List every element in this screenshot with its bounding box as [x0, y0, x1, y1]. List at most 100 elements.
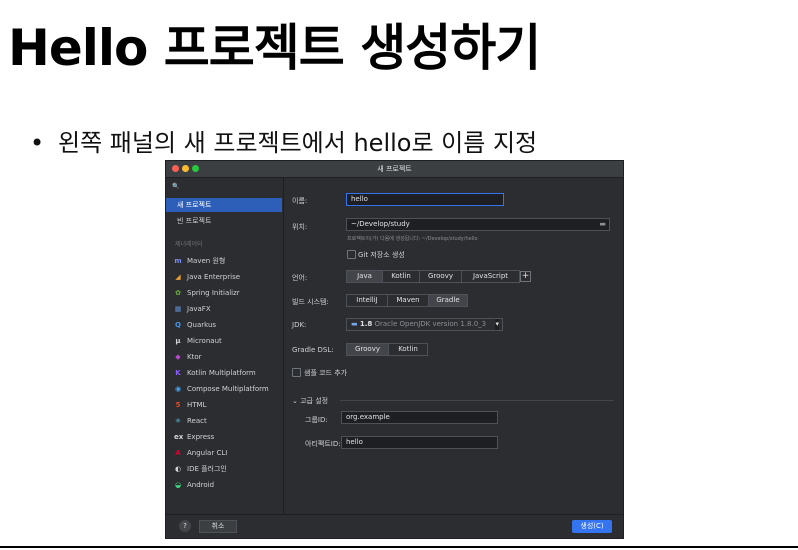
slide-bullet: • 왼쪽 패널의 새 프로젝트에서 hello로 이름 지정	[30, 123, 537, 158]
advanced-settings-label: 고급 설정	[300, 397, 329, 405]
sidebar-item-generator[interactable]: A Angular CLI	[166, 446, 282, 460]
sidebar-item-label: JavaFX	[187, 305, 211, 313]
sample-code-label: 샘플 코드 추가	[304, 369, 348, 377]
sidebar-item-generator[interactable]: ▦ JavaFX	[166, 302, 282, 316]
language-option-groovy[interactable]: Groovy	[420, 271, 462, 282]
dsl-option-kotlin[interactable]: Kotlin	[389, 344, 427, 355]
add-language-button[interactable]: +	[520, 271, 531, 282]
sidebar-item-label: HTML	[187, 401, 207, 409]
sidebar-item-label: 빈 프로젝트	[177, 217, 212, 225]
sidebar-item-label: Quarkus	[187, 321, 217, 329]
sidebar: 🔍 새 프로젝트 빈 프로젝트 제너레이터 m Maven 원형 ◢ Java Ent…	[166, 178, 284, 538]
sidebar-item-generator[interactable]: ex Express	[166, 430, 282, 444]
group-id-field[interactable]: org.example	[341, 411, 498, 424]
sidebar-item-label: Maven 원형	[187, 257, 226, 265]
git-checkbox[interactable]	[347, 250, 356, 259]
sidebar-item-generator[interactable]: ✿ Spring Initializr	[166, 286, 282, 300]
sidebar-item-empty-project[interactable]: 빈 프로젝트	[166, 214, 282, 228]
sidebar-item-label: Ktor	[187, 353, 202, 361]
sidebar-item-generator[interactable]: K Kotlin Multiplatform	[166, 366, 282, 380]
language-option-java[interactable]: Java	[347, 271, 383, 282]
jdk-folder-icon: ▬	[351, 320, 358, 328]
jdk-name: Oracle OpenJDK version 1.8.0_3	[374, 320, 487, 328]
generator-icon: ◆	[175, 353, 181, 361]
generator-icon: ◐	[174, 465, 182, 473]
sidebar-section-generators: 제너레이터	[175, 241, 203, 248]
build-system-label: 빌드 시스템:	[292, 298, 329, 306]
sidebar-item-label: Micronaut	[187, 337, 222, 345]
generator-icon: Q	[175, 321, 181, 329]
sidebar-item-label: Kotlin Multiplatform	[187, 369, 256, 377]
sidebar-item-generator[interactable]: 5 HTML	[166, 398, 282, 412]
generator-icon: ✿	[175, 289, 181, 297]
sidebar-item-label: Java Enterprise	[187, 273, 241, 281]
sidebar-item-generator[interactable]: ⚛ React	[166, 414, 282, 428]
sidebar-item-generator[interactable]: m Maven 원형	[166, 254, 282, 268]
language-option-javascript[interactable]: JavaScript	[462, 271, 519, 282]
project-form: 이름: hello 위치: ~/Develop/study ▬ 프로젝트이(가)…	[284, 178, 623, 538]
name-field[interactable]: hello	[346, 193, 504, 206]
jdk-version: 1.8	[359, 320, 373, 328]
help-button[interactable]: ?	[179, 520, 191, 532]
window-title: 새 프로젝트	[377, 165, 412, 173]
sidebar-item-label: Android	[187, 481, 215, 489]
chevron-down-icon: ⌄	[292, 397, 298, 405]
chevron-down-icon: ▾	[495, 319, 499, 330]
group-id-label: 그룹ID:	[305, 416, 328, 424]
name-label: 이름:	[292, 197, 308, 205]
sidebar-item-generator[interactable]: Q Quarkus	[166, 318, 282, 332]
generator-icon: ⚛	[174, 417, 182, 425]
location-hint: 프로젝트이(가) 다음에 생성됩니다: ~/Develop/study/hell…	[347, 236, 478, 242]
sidebar-item-generator[interactable]: μ Micronaut	[166, 334, 282, 348]
language-selector: Java Kotlin Groovy JavaScript	[346, 270, 520, 283]
artifact-id-field[interactable]: hello	[341, 436, 498, 449]
sidebar-item-label: Spring Initializr	[187, 289, 240, 297]
bullet-dot: •	[30, 129, 45, 157]
generator-icon: K	[175, 369, 181, 377]
generator-icon: ▦	[174, 305, 182, 313]
create-button[interactable]: 생성(C)	[572, 520, 612, 533]
build-option-gradle[interactable]: Gradle	[429, 295, 467, 306]
artifact-id-label: 아티팩트ID:	[305, 440, 341, 448]
generator-icon: A	[175, 449, 181, 457]
jdk-dropdown[interactable]: ▬ 1.8 Oracle OpenJDK version 1.8.0_3 ▾	[346, 318, 503, 331]
folder-icon[interactable]: ▬	[599, 219, 606, 230]
sidebar-item-generator[interactable]: ◒ Android	[166, 478, 282, 492]
build-option-intellij[interactable]: IntelliJ	[347, 295, 388, 306]
sidebar-item-generator[interactable]: ◉ Compose Multiplatform	[166, 382, 282, 396]
advanced-divider	[340, 400, 614, 401]
sidebar-item-label: 새 프로젝트	[177, 201, 212, 209]
dsl-option-groovy[interactable]: Groovy	[347, 344, 389, 355]
language-label: 언어:	[292, 274, 308, 282]
sidebar-item-label: Compose Multiplatform	[187, 385, 269, 393]
language-option-kotlin[interactable]: Kotlin	[383, 271, 420, 282]
generator-icon: 5	[175, 401, 181, 409]
generator-icon: ex	[174, 433, 184, 441]
generator-icon: ◉	[174, 385, 182, 393]
title-bar: 새 프로젝트	[166, 161, 623, 178]
sidebar-item-generator[interactable]: ◆ Ktor	[166, 350, 282, 364]
sidebar-item-generator[interactable]: ◐ IDE 플러그인	[166, 462, 282, 476]
sidebar-item-label: Angular CLI	[187, 449, 228, 457]
gradle-dsl-label: Gradle DSL:	[292, 346, 334, 354]
cancel-button[interactable]: 취소	[199, 520, 237, 533]
location-field[interactable]: ~/Develop/study ▬	[346, 218, 610, 231]
jdk-label: JDK:	[292, 321, 307, 329]
search-icon[interactable]: 🔍	[172, 183, 179, 190]
sidebar-item-label: IDE 플러그인	[187, 465, 227, 473]
bottom-rule	[0, 546, 798, 548]
generator-icon: ◢	[175, 273, 181, 281]
build-system-selector: IntelliJ Maven Gradle	[346, 294, 468, 307]
sidebar-item-generator[interactable]: ◢ Java Enterprise	[166, 270, 282, 284]
bullet-text: 왼쪽 패널의 새 프로젝트에서 hello로 이름 지정	[58, 129, 538, 157]
dialog-footer: ? 취소 생성(C)	[166, 514, 623, 538]
generator-icon: μ	[175, 337, 181, 345]
sidebar-item-new-project[interactable]: 새 프로젝트	[166, 198, 282, 212]
location-label: 위치:	[292, 223, 308, 231]
git-label: Git 저장소 생성	[358, 251, 405, 259]
sidebar-item-label: React	[187, 417, 207, 425]
sample-code-checkbox[interactable]	[292, 368, 301, 377]
build-option-maven[interactable]: Maven	[388, 295, 429, 306]
advanced-settings-toggle[interactable]: ⌄ 고급 설정	[292, 396, 328, 406]
generator-icon: m	[174, 257, 182, 265]
